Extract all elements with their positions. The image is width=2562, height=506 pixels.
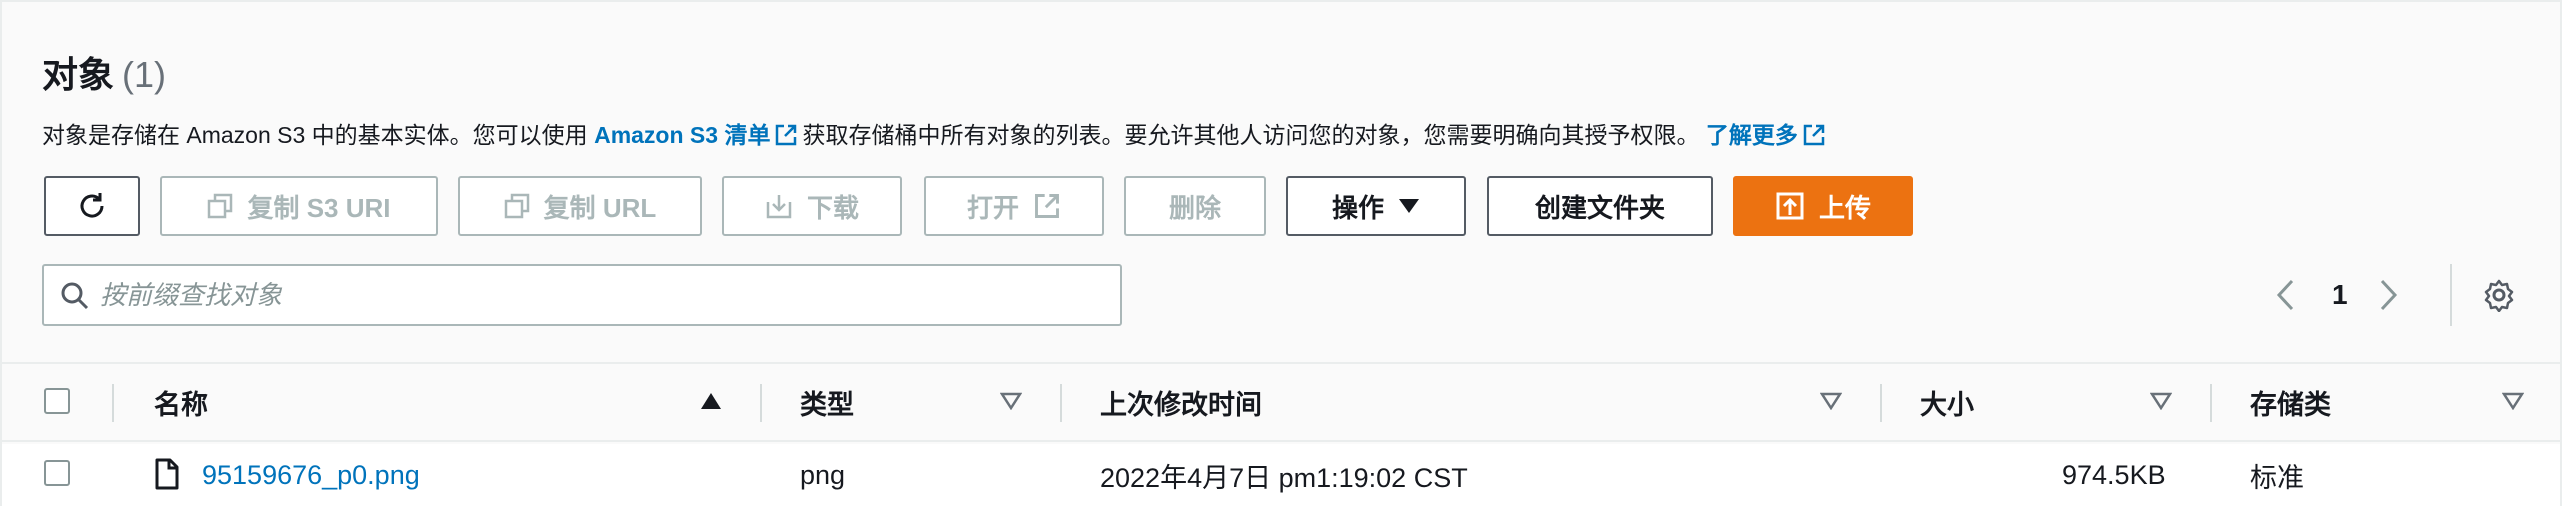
sort-down-icon[interactable]: [2502, 392, 2524, 410]
table-row: 95159676_p0.png png 2022年4月7日 pm1:19:02 …: [2, 444, 2560, 506]
delete-button[interactable]: 删除: [1124, 176, 1266, 236]
learn-more-link[interactable]: 了解更多: [1706, 122, 1830, 148]
search-input[interactable]: [100, 279, 1120, 311]
create-folder-label: 创建文件夹: [1534, 192, 1665, 223]
copy-url-button[interactable]: 复制 URL: [458, 176, 702, 236]
column-separator: [1880, 384, 1882, 422]
download-icon: [766, 195, 792, 219]
copy-url-label: 复制 URL: [543, 192, 657, 223]
pager-divider: [2450, 264, 2452, 326]
learn-more-label: 了解更多: [1705, 122, 1798, 148]
actions-dropdown[interactable]: 操作: [1286, 176, 1466, 236]
desc-text-1: 对象是存储在 Amazon S3 中的基本实体。您可以使用: [42, 122, 588, 148]
search-icon: [61, 282, 89, 310]
panel-description: 对象是存储在 Amazon S3 中的基本实体。您可以使用 Amazon S3 …: [42, 116, 1830, 150]
delete-label: 删除: [1168, 192, 1221, 223]
select-all-checkbox[interactable]: [44, 388, 70, 414]
objects-panel: 对象 (1) 对象是存储在 Amazon S3 中的基本实体。您可以使用 Amaz…: [0, 0, 2562, 506]
copy-s3-uri-label: 复制 S3 URI: [247, 192, 391, 223]
open-button[interactable]: 打开: [924, 176, 1104, 236]
panel-header: 对象 (1): [42, 46, 166, 98]
sort-down-icon[interactable]: [1000, 392, 1022, 410]
object-type: png: [800, 459, 846, 490]
copy-s3-uri-button[interactable]: 复制 S3 URI: [160, 176, 438, 236]
upload-label: 上传: [1818, 192, 1871, 223]
desc-text-2: 获取存储桶中所有对象的列表。要允许其他人访问您的对象，您需要明确向其授予权限。: [802, 122, 1700, 148]
column-separator: [112, 384, 114, 422]
external-link-icon: [1035, 194, 1059, 218]
pagination: 1: [2274, 264, 2400, 326]
column-separator: [760, 384, 762, 422]
object-size: 974.5KB: [2062, 459, 2166, 490]
copy-icon: [208, 193, 233, 219]
chevron-left-icon[interactable]: [2274, 278, 2298, 312]
table-header: 名称 类型 上次修改时间 大小 存储类: [2, 362, 2560, 442]
object-count: (1): [122, 54, 167, 95]
copy-icon: [504, 193, 529, 219]
column-separator: [1060, 384, 1062, 422]
column-header-name[interactable]: 名称: [154, 364, 208, 440]
column-header-type[interactable]: 类型: [800, 364, 854, 440]
refresh-button[interactable]: [44, 176, 140, 236]
external-link-icon: [1803, 124, 1825, 146]
object-name-link[interactable]: 95159676_p0.png: [202, 444, 420, 506]
inventory-link-label: Amazon S3 清单: [594, 122, 771, 148]
download-label: 下载: [806, 192, 859, 223]
search-box: [42, 264, 1122, 326]
create-folder-button[interactable]: 创建文件夹: [1487, 176, 1713, 236]
column-header-size[interactable]: 大小: [1920, 364, 1974, 440]
refresh-icon: [80, 193, 104, 218]
page-number[interactable]: 1: [2332, 279, 2348, 311]
upload-button[interactable]: 上传: [1733, 176, 1913, 236]
sort-ascending-icon[interactable]: [700, 392, 722, 410]
download-button[interactable]: 下载: [722, 176, 902, 236]
sort-down-icon[interactable]: [2150, 392, 2172, 410]
chevron-right-icon[interactable]: [2376, 278, 2400, 312]
row-checkbox[interactable]: [44, 460, 70, 486]
actions-label: 操作: [1331, 192, 1384, 223]
page-title: 对象 (1): [42, 54, 166, 95]
settings-gear-icon[interactable]: [2482, 278, 2516, 312]
external-link-icon: [776, 124, 797, 146]
column-separator: [2210, 384, 2212, 422]
file-icon: [155, 458, 179, 490]
inventory-link[interactable]: Amazon S3 清单: [594, 122, 802, 148]
object-last-modified: 2022年4月7日 pm1:19:02 CST: [1100, 462, 1468, 493]
column-header-storage-class[interactable]: 存储类: [2250, 364, 2331, 440]
caret-down-icon: [1399, 199, 1419, 213]
sort-down-icon[interactable]: [1820, 392, 1842, 410]
upload-icon: [1776, 192, 1804, 220]
title-text: 对象: [42, 54, 115, 95]
column-header-last-modified[interactable]: 上次修改时间: [1100, 364, 1262, 440]
object-storage-class: 标准: [2250, 462, 2304, 493]
open-label: 打开: [966, 192, 1019, 223]
